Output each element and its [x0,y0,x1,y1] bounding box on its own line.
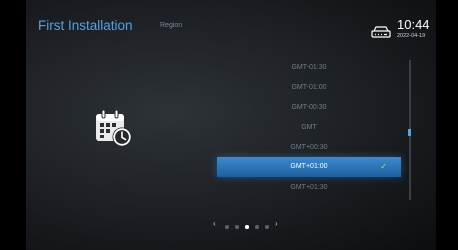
scrollbar-thumb[interactable] [408,129,411,136]
timezone-option-label: GMT+01:00 [290,163,328,170]
page-indicator: ‹ › [213,219,283,232]
page-subtitle: Region [160,22,183,29]
timezone-option-label: GMT+01:30 [290,184,328,191]
timezone-option[interactable]: GMT+00:30 [217,138,401,158]
timezone-option[interactable]: GMT-00:30 [217,98,401,118]
tv-screen: First Installation Region 10:44 2022-04-… [26,0,436,250]
timezone-option-label: GMT-01:00 [291,84,327,91]
page-dot [255,225,259,229]
page-dot [235,225,239,229]
timezone-option-label: GMT-00:30 [291,104,327,111]
timezone-option-label: GMT [301,124,317,131]
clock-time: 10:44 [397,17,430,32]
timezone-option[interactable]: GMT [217,118,401,138]
chevron-right-icon[interactable]: › [275,219,278,228]
page-dot [225,225,229,229]
check-icon: ✓ [380,162,387,171]
chevron-left-icon[interactable]: ‹ [213,219,216,228]
calendar-clock-icon [96,109,132,147]
clock-date: 2022-04-19 [397,33,426,39]
timezone-option[interactable]: GMT+01:30 [217,178,401,198]
timezone-option-label: GMT-01:30 [291,64,327,71]
timezone-option-selected[interactable]: GMT+01:00 ✓ [217,157,401,177]
timezone-option[interactable]: GMT-01:00 [217,78,401,98]
page-title: First Installation [38,18,133,33]
router-icon [371,26,391,38]
page-dot-active [245,225,249,229]
timezone-option-label: GMT+00:30 [290,144,328,151]
page-dot [265,225,269,229]
timezone-option[interactable]: GMT-01:30 [217,58,401,78]
